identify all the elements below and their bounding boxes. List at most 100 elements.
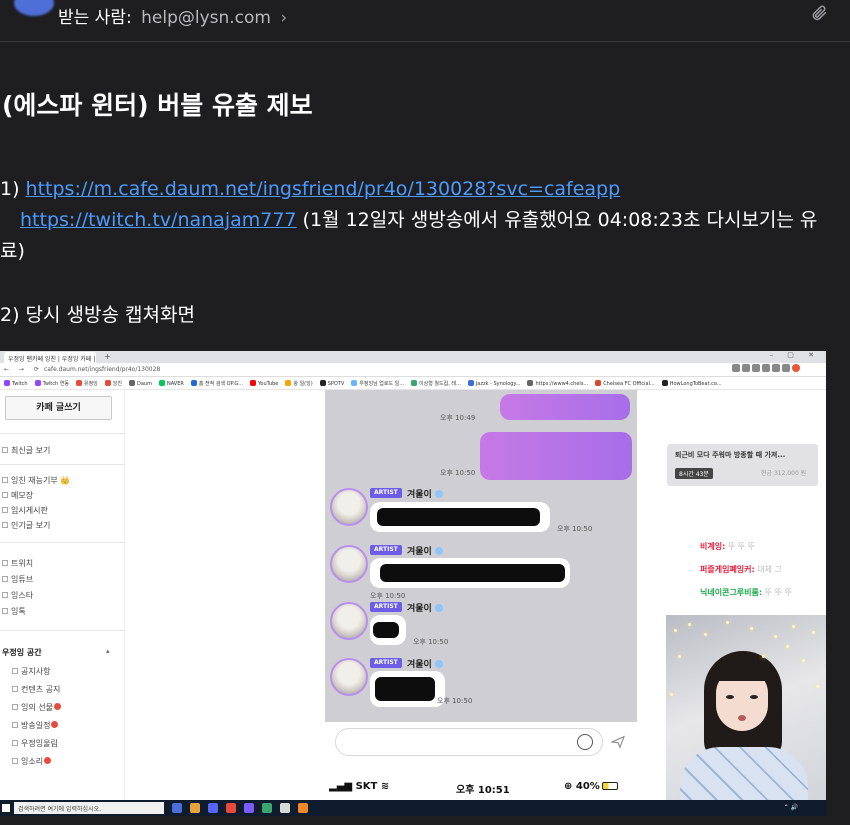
chatter-name: 비계잉: — [700, 542, 726, 551]
recipient-email[interactable]: help@lysn.com — [141, 8, 271, 28]
browser-nav-icons: ← → ⟳ — [4, 366, 43, 373]
bookmark-item: 왕 일(잉) — [285, 380, 313, 387]
cafe-link[interactable]: https://m.cafe.daum.net/ingsfriend/pr4o/… — [26, 178, 621, 200]
bookmark-label: https://www4.chels... — [535, 381, 589, 387]
divider — [0, 433, 125, 434]
bookmark-icon — [595, 380, 602, 386]
artist-badge: ARTIST — [370, 488, 402, 498]
bookmark-item: 이상형 월드컵, 테... — [411, 380, 461, 387]
bookmark-label: 왕 일(잉) — [293, 381, 313, 387]
redacted-message — [373, 622, 399, 638]
browser-tab: 우정잉 팬카페 잉친 | 우정잉 카페 | 다음 카페 — [4, 352, 96, 363]
fairy-light — [674, 629, 677, 632]
taskbar-app-icon — [190, 803, 200, 813]
body-line-4: 2) 당시 생방송 캡쳐화면 — [0, 304, 195, 326]
taskbar-tray: ⌃ 🔊 — [783, 804, 798, 811]
streamer-webcam — [666, 615, 826, 816]
chat-message: 뚜 뚜 뚜 — [762, 588, 792, 597]
bookmark-icon — [104, 380, 111, 386]
sidebar-item: 공지사항 — [12, 666, 50, 677]
sidebar-item: 컨텐츠 공지 — [12, 684, 60, 695]
taskbar-app-icon — [244, 803, 254, 813]
fairy-light — [670, 693, 673, 696]
stream-chat-line: 닉네이콘그루비룸: 뚜 뚜 뚜 — [700, 587, 792, 598]
bookmark-item: NAVER — [158, 380, 184, 387]
bookmark-label: 잉친 — [112, 381, 122, 387]
bookmark-icon — [467, 380, 474, 386]
artist-avatar — [330, 488, 368, 526]
donation-card: 퇴근비 모다 주워마 방종할 때 가져... 8시간 43분 현금 312,00… — [667, 444, 818, 486]
donation-amount: 현금 312,000 원 — [761, 470, 807, 477]
twitch-link[interactable]: https://twitch.tv/nanajam777 — [20, 209, 297, 231]
bookmark-icon — [411, 380, 418, 386]
browser-url: cafe.daum.net/ingsfriend/pr4o/130028 — [44, 366, 161, 373]
bookmark-icon — [158, 380, 165, 386]
paperclip-icon[interactable] — [810, 4, 828, 22]
bookmark-item: Daum — [128, 380, 152, 387]
chat-message: 뚜 뚜 뚜 — [725, 542, 755, 551]
recipient-label: 받는 사람: — [58, 8, 132, 28]
sidebar-item: 트위치 — [2, 558, 33, 569]
streamer-mouth — [738, 715, 746, 721]
message-time: 오후 10:50 — [413, 638, 449, 646]
taskbar-app-icon — [298, 803, 308, 813]
bookmark-label: 이상형 월드컵, 테... — [419, 381, 461, 387]
chevron-right-icon[interactable]: › — [280, 8, 287, 28]
fairy-light — [726, 621, 729, 624]
taskbar-app-icon — [172, 803, 182, 813]
bookmark-label: 유정잉 — [83, 381, 98, 387]
body-line-3: 료) — [0, 240, 25, 262]
chevron-up-icon: ▴ — [106, 647, 110, 655]
new-tab-icon: + — [104, 352, 111, 361]
fairy-light — [786, 645, 789, 648]
bookmark-item: https://www4.chels... — [527, 380, 588, 387]
message-time: 오후 10:49 — [440, 414, 476, 422]
streamer-eye — [726, 695, 734, 699]
windows-logo-icon — [2, 804, 10, 812]
bookmark-icon — [128, 380, 135, 386]
browser-address-bar: ← → ⟳ cafe.daum.net/ingsfriend/pr4o/1300… — [0, 363, 826, 377]
artist-name: 겨울이 — [407, 657, 443, 670]
fairy-light — [750, 627, 753, 630]
sidebar-item: 잉친 재능기부 👑 — [2, 475, 70, 486]
bookmark-item: Twitch 연동 — [34, 380, 69, 387]
streamer-bangs — [712, 657, 772, 681]
bookmark-icon — [319, 380, 326, 386]
donation-title: 퇴근비 모다 주워마 방종할 때 가져... — [675, 451, 786, 459]
taskbar-app-icon — [208, 803, 218, 813]
redacted-message — [375, 677, 435, 701]
window-controls: – ▢ ✕ — [769, 351, 820, 359]
bookmark-label: 홈 전적 검색 OP.G... — [198, 381, 244, 387]
sidebar-section-title: 우정잉 공간 — [2, 648, 42, 657]
body-line-1: 1) https://m.cafe.daum.net/ingsfriend/pr… — [0, 174, 620, 204]
fairy-light — [812, 631, 815, 634]
sidebar-item: 잉톡 — [2, 606, 26, 617]
recipient-line[interactable]: 받는 사람: help@lysn.com › — [58, 3, 287, 28]
bookmark-label: Twitch 연동 — [42, 381, 69, 387]
fairy-light — [704, 633, 707, 636]
email-header: 받는 사람: help@lysn.com › — [0, 0, 850, 42]
bookmark-item: 홈 전적 검색 OP.G... — [190, 380, 244, 387]
outgoing-bubble-redacted — [480, 432, 632, 480]
donation-duration: 8시간 43분 — [675, 468, 713, 479]
message-time: 오후 10:50 — [437, 697, 473, 705]
cafe-write-button: 카페 글쓰기 — [5, 396, 112, 420]
redacted-message — [380, 564, 565, 582]
bookmarks-bar: Twitch Twitch 연동 유정잉 잉친 Daum NAVER 홈 전적 검색 OP.… — [0, 377, 826, 390]
bookmark-item: SPOTV — [319, 380, 344, 387]
message-input — [335, 728, 603, 756]
chatter-name: 닉네이콘그루비룸: — [700, 588, 763, 597]
body-line-2: https://twitch.tv/nanajam777 (1월 12일자 생방… — [20, 205, 817, 235]
bookmark-icon — [4, 380, 10, 386]
send-icon — [609, 735, 625, 749]
stream-chat-line: 퍼즐게임폐잉커: 대체 그 — [700, 564, 782, 575]
divider — [0, 464, 125, 465]
message-time: 오후 10:50 — [557, 525, 593, 533]
bookmark-label: YouTube — [258, 381, 279, 387]
battery-icon — [601, 782, 618, 790]
message-time: 오후 10:50 — [440, 469, 476, 477]
sidebar-item: 잉스타 — [2, 590, 33, 601]
battery-status: ⊕ 40% — [564, 781, 618, 792]
browser-extension-icons — [730, 364, 820, 375]
artist-badge: ARTIST — [370, 658, 402, 668]
